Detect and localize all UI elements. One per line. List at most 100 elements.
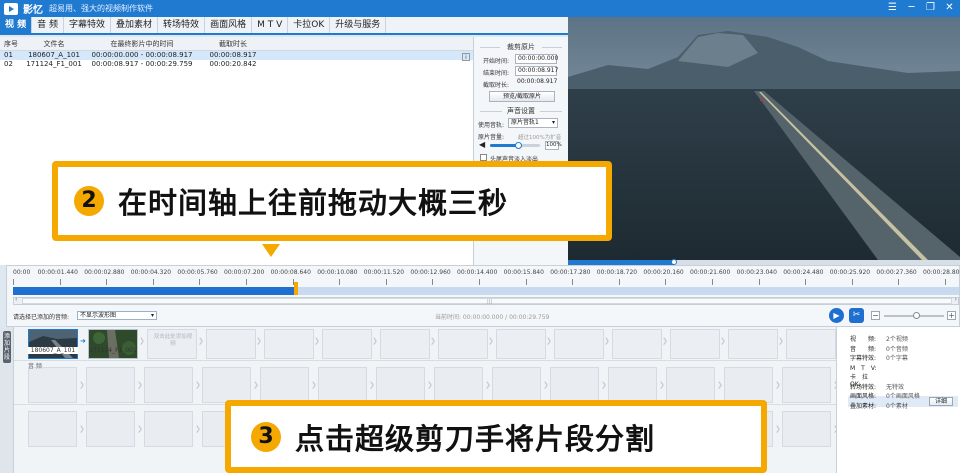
duration-value: 00:00:08.917	[517, 78, 558, 85]
empty-track-slot[interactable]	[144, 411, 193, 447]
row-time: 00:00:00.000 - 00:00:08.917	[91, 51, 193, 59]
waveform-select[interactable]: 不显示波形图 ▾	[77, 311, 157, 320]
empty-track-slot[interactable]	[202, 367, 251, 403]
audio-track-value: 原片音轨1	[511, 119, 539, 126]
transition-arrow-icon[interactable]: ❯	[662, 337, 668, 345]
empty-track-slot[interactable]	[86, 367, 135, 403]
video-preview[interactable]	[568, 17, 960, 260]
add-clip-tab[interactable]: 添加片段	[0, 327, 14, 473]
timeline-ruler[interactable]: 00:00 00:00:01.440 00:00:02.880 00:00:04.32…	[7, 266, 960, 286]
empty-clip-slot[interactable]	[206, 329, 256, 359]
maximize-icon[interactable]: ❐	[924, 2, 937, 14]
transition-arrow-icon[interactable]: ❯	[488, 337, 494, 345]
scroll-right-icon[interactable]: ›	[955, 296, 957, 303]
empty-clip-slot[interactable]	[728, 329, 778, 359]
empty-track-slot[interactable]	[28, 367, 77, 403]
transition-arrow-icon[interactable]: ❯	[720, 337, 726, 345]
add-video-placeholder[interactable]: 双击此处添加视频	[147, 329, 197, 359]
menu-tab-6[interactable]: M T V	[252, 17, 289, 33]
zoom-slider-knob[interactable]	[913, 312, 920, 319]
empty-clip-slot[interactable]	[438, 329, 488, 359]
empty-track-slot[interactable]	[434, 367, 483, 403]
empty-clip-slot[interactable]	[612, 329, 662, 359]
timeline-playhead[interactable]	[294, 282, 299, 295]
empty-track-slot[interactable]	[144, 367, 193, 403]
menu-tab-1[interactable]: 音 频	[32, 17, 65, 33]
step-2-number: 2	[74, 186, 104, 216]
volume-slider-knob[interactable]	[514, 142, 522, 149]
fade-checkbox[interactable]	[480, 154, 487, 161]
end-time-input[interactable]: 00:00:08.917	[515, 66, 558, 76]
menu-tab-7[interactable]: 卡拉OK	[288, 17, 331, 33]
transition-arrow-icon[interactable]: ❯	[139, 337, 145, 345]
start-time-input[interactable]: 00:00:00.000	[515, 54, 558, 64]
empty-clip-slot[interactable]	[380, 329, 430, 359]
end-time-label: 结束时间:	[483, 70, 510, 77]
table-row[interactable]: 02 171124_F1_001 00:00:08.917 - 00:00:29…	[0, 60, 473, 69]
ruler-tick	[13, 279, 14, 285]
transition-arrow-icon[interactable]: ❯	[314, 337, 320, 345]
info-icon[interactable]: i	[462, 53, 470, 61]
preview-cut-button[interactable]: 预览/截取原片	[489, 91, 555, 102]
empty-track-slot[interactable]	[782, 367, 831, 403]
empty-clip-slot[interactable]	[670, 329, 720, 359]
scroll-left-icon[interactable]: ‹	[15, 296, 17, 303]
transition-arrow-icon[interactable]: ❯	[778, 337, 784, 345]
menu-tab-3[interactable]: 叠加素材	[111, 17, 159, 33]
stat-value: 0个画面风格	[886, 393, 920, 400]
divider	[14, 360, 836, 361]
empty-track-slot[interactable]	[782, 411, 831, 447]
empty-clip-slot[interactable]	[496, 329, 546, 359]
details-button[interactable]: 详细	[929, 397, 953, 406]
menu-icon[interactable]: ☰	[886, 2, 899, 14]
timeline-scrollbar[interactable]: ‹ ||| ›	[13, 296, 959, 305]
empty-track-slot[interactable]	[492, 367, 541, 403]
transition-arrow-icon[interactable]: ❯	[546, 337, 552, 345]
timeline-track-bar[interactable]	[13, 287, 959, 295]
empty-clip-slot[interactable]	[322, 329, 372, 359]
empty-clip-slot[interactable]	[786, 329, 836, 359]
minimize-icon[interactable]: ─	[905, 2, 918, 14]
empty-track-slot[interactable]	[28, 411, 77, 447]
zoom-out-button[interactable]: −	[871, 311, 880, 320]
close-icon[interactable]: ✕	[943, 2, 956, 14]
stat-key: 字幕特效:	[850, 355, 877, 362]
clip-thumbnail[interactable]	[28, 329, 78, 359]
empty-track-slot[interactable]	[86, 411, 135, 447]
chevron-down-icon: ▾	[150, 312, 154, 319]
menu-tab-5[interactable]: 画面风格	[205, 17, 253, 33]
menu-tab-4[interactable]: 转场特效	[158, 17, 206, 33]
audio-track-select[interactable]: 原片音轨1 ▾	[508, 118, 558, 128]
timeline-scrollbar-thumb[interactable]: |||	[22, 298, 952, 305]
menu-tab-8[interactable]: 升级与服务	[330, 17, 387, 33]
add-clip-tab-label: 添加片段	[3, 331, 11, 363]
preview-frame-image	[568, 17, 960, 260]
super-scissors-button[interactable]: ✂	[849, 308, 864, 323]
empty-track-slot[interactable]	[550, 367, 599, 403]
play-button[interactable]: ▶	[829, 308, 844, 323]
transition-arrow-icon[interactable]: ❯	[430, 337, 436, 345]
empty-track-slot[interactable]	[724, 367, 773, 403]
menu-tab-0[interactable]: 视 频	[0, 17, 33, 33]
app-logo-icon	[4, 2, 18, 15]
zoom-in-button[interactable]: +	[947, 311, 956, 320]
transition-arrow-icon[interactable]: ➜	[80, 337, 86, 345]
transition-arrow-icon[interactable]: ❯	[604, 337, 610, 345]
empty-track-slot[interactable]	[318, 367, 367, 403]
empty-clip-slot[interactable]	[264, 329, 314, 359]
transition-arrow-icon: ❯	[543, 381, 549, 389]
transition-arrow-icon[interactable]: ❯	[256, 337, 262, 345]
transition-arrow-icon[interactable]: ❯	[198, 337, 204, 345]
stat-row: 叠加素材: 0个素材	[850, 401, 908, 410]
clip-thumbnail[interactable]	[88, 329, 138, 359]
empty-track-slot[interactable]	[608, 367, 657, 403]
clip-name-label: 171124_F1_001	[89, 347, 137, 354]
empty-track-slot[interactable]	[666, 367, 715, 403]
empty-track-slot[interactable]	[376, 367, 425, 403]
menu-tab-2[interactable]: 字幕特效	[64, 17, 112, 33]
table-row[interactable]: 01 180607_A_101 00:00:00.000 - 00:00:08.…	[0, 51, 473, 60]
volume-input[interactable]: 100%	[545, 141, 562, 150]
empty-track-slot[interactable]	[260, 367, 309, 403]
transition-arrow-icon[interactable]: ❯	[372, 337, 378, 345]
empty-clip-slot[interactable]	[554, 329, 604, 359]
